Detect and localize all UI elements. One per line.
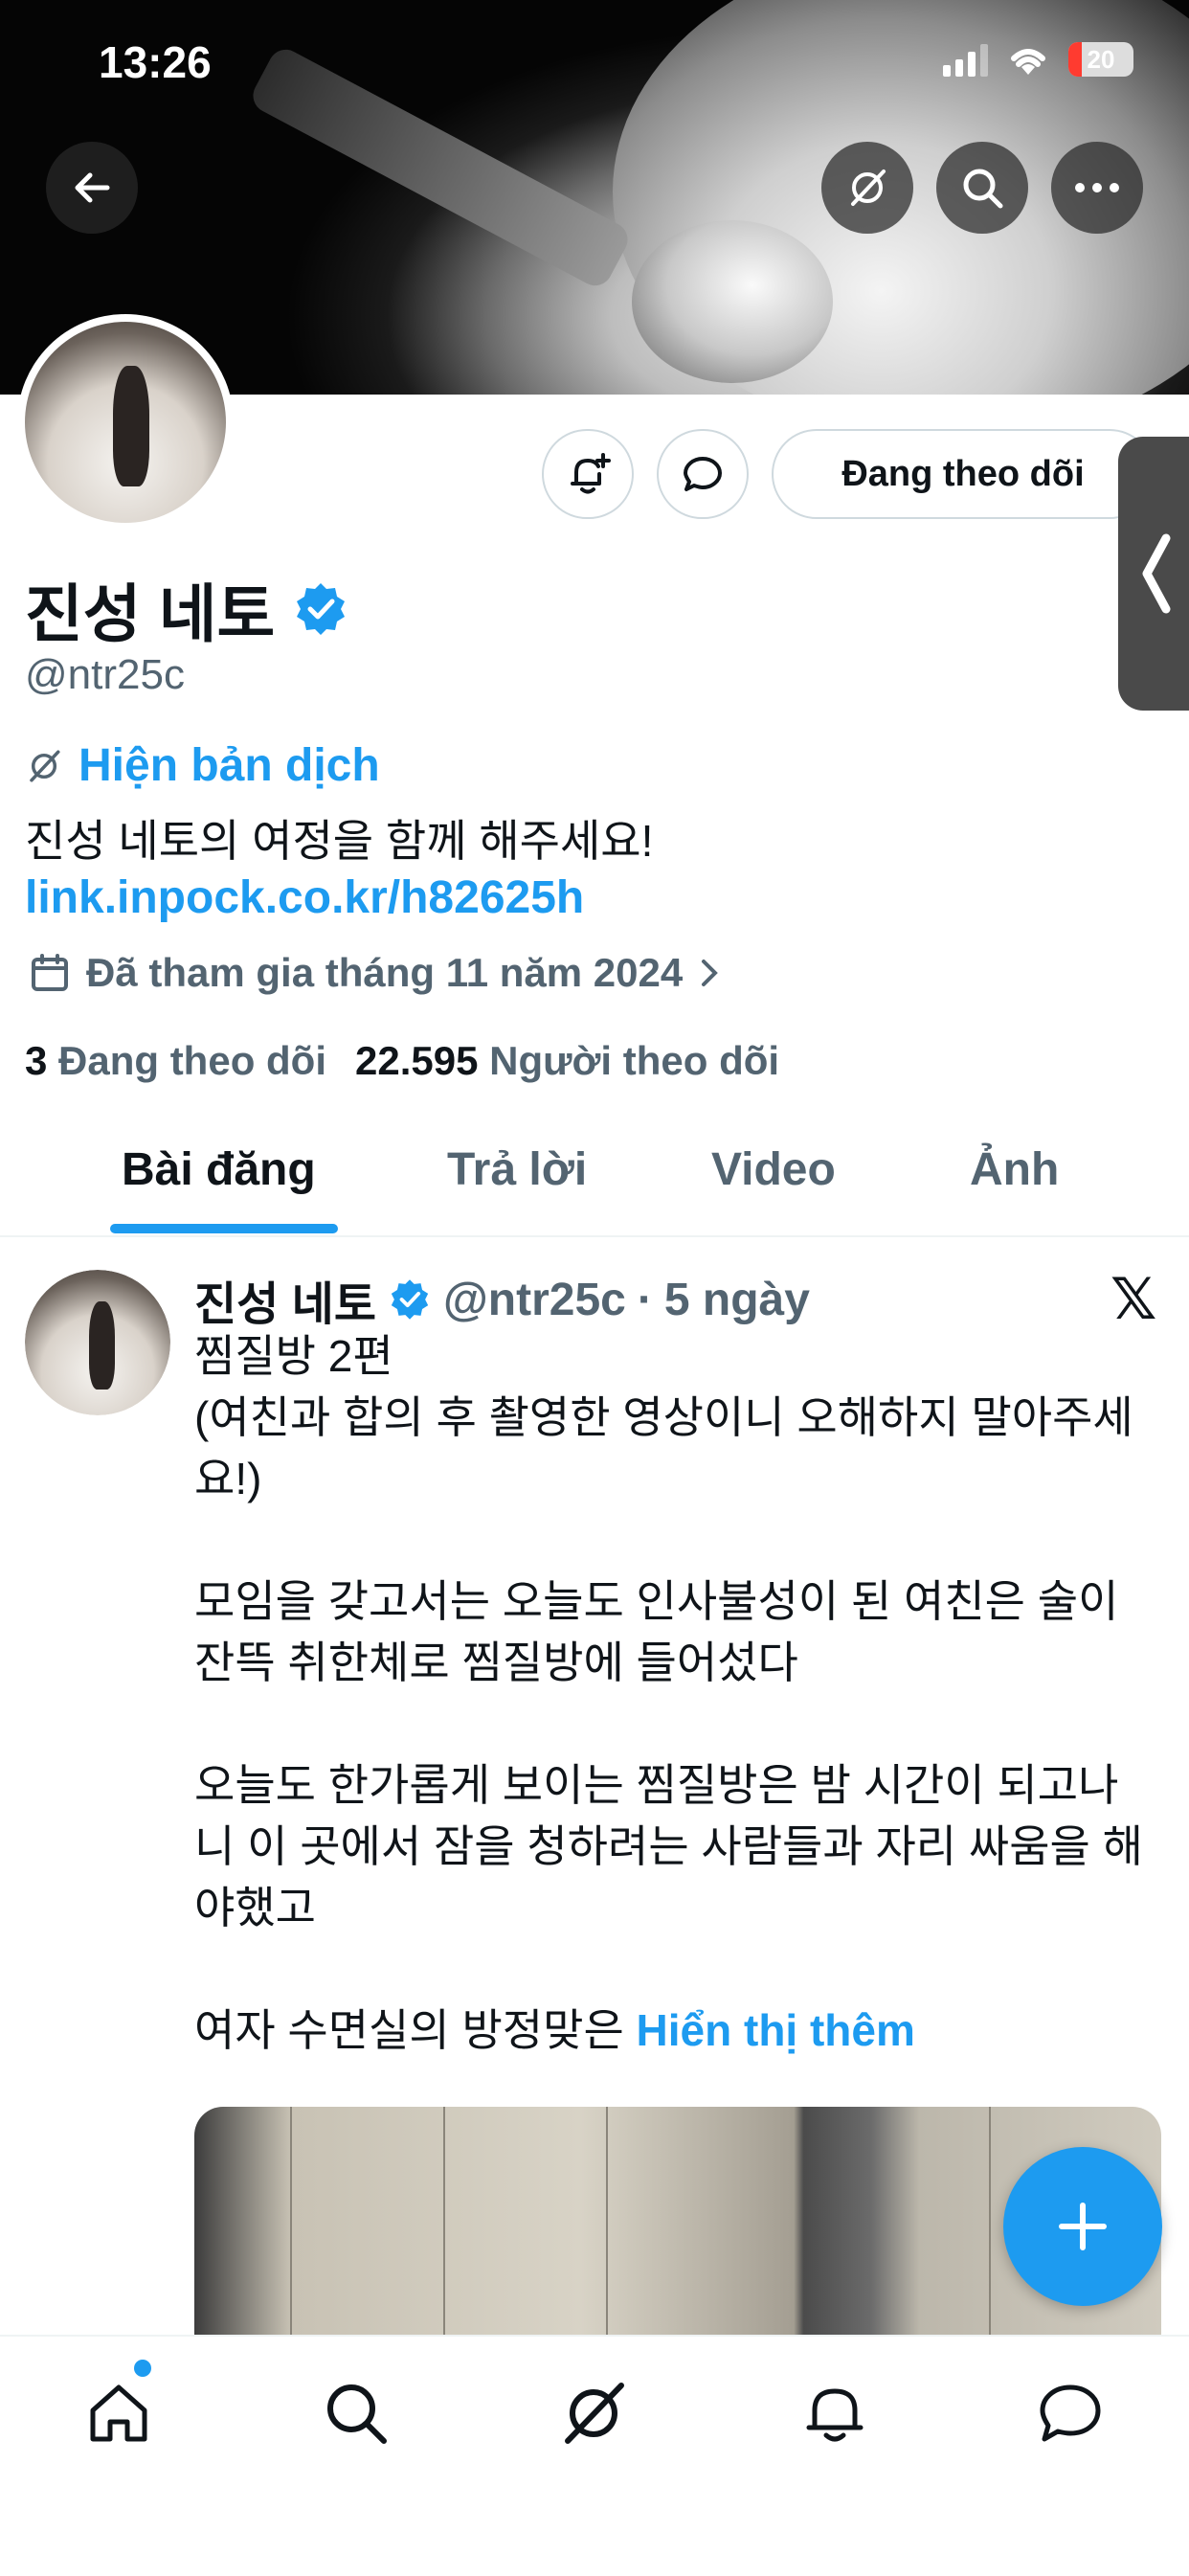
profile-link[interactable]: link.inpock.co.kr/h82625h [25, 871, 584, 924]
tab-replies[interactable]: Trả lời [447, 1143, 587, 1196]
back-arrow-icon [75, 172, 110, 203]
display-name-text: 진성 네토 [25, 578, 276, 649]
profile-handle: @ntr25c [25, 651, 185, 698]
tab-posts[interactable]: Bài đăng [122, 1143, 316, 1196]
post-timestamp[interactable]: 5 ngày [664, 1274, 810, 1326]
banner-image-object [247, 43, 634, 292]
battery-indicator: 20 [1068, 42, 1133, 77]
grok-button[interactable] [821, 142, 913, 234]
grok-icon [565, 2383, 624, 2444]
avatar-image [25, 322, 226, 523]
translate-label: Hiện bản dịch [79, 740, 380, 791]
search-button[interactable] [936, 142, 1028, 234]
search-icon [963, 169, 1003, 209]
verified-badge-icon[interactable] [292, 580, 349, 638]
post-author-avatar[interactable] [25, 1270, 170, 1415]
bell-icon [806, 2388, 864, 2442]
more-button[interactable] [1051, 142, 1143, 234]
message-icon [684, 457, 722, 491]
home-notification-dot [134, 2360, 151, 2377]
following-stat[interactable]: 3 Đang theo dõi [25, 1038, 326, 1084]
tab-photos[interactable]: Ảnh [970, 1143, 1059, 1196]
grok-icon [851, 169, 886, 206]
nav-grok[interactable] [555, 2375, 632, 2452]
profile-tabs: Bài đăng Trả lời Video Ảnh [0, 1122, 1189, 1237]
post-text[interactable]: 찜질방 2편 (여친과 합의 후 촬영한 영상이니 오해하지 말아주세 요!) … [194, 1325, 1161, 2061]
bottom-navigation [0, 2335, 1189, 2576]
show-more-link[interactable]: Hiển thị thêm [637, 2005, 915, 2055]
post-avatar-image [25, 1270, 170, 1415]
display-name: 진성 네토 [25, 563, 349, 655]
active-tab-indicator [110, 1224, 338, 1233]
tab-video[interactable]: Video [711, 1143, 836, 1196]
status-icons: 20 [943, 42, 1133, 77]
grok-icon [30, 749, 60, 782]
followers-label: Người theo dõi [489, 1038, 780, 1083]
message-icon [1040, 2384, 1101, 2442]
profile-bio: 진성 네토의 여정을 함께 해주세요! [25, 816, 654, 866]
following-label: Đang theo dõi [58, 1038, 327, 1083]
back-button[interactable] [46, 142, 138, 234]
bell-plus-icon [571, 453, 611, 494]
follow-stats: 3 Đang theo dõi 22.595 Người theo dõi [25, 1038, 779, 1084]
nav-search[interactable] [318, 2375, 394, 2452]
followers-count: 22.595 [355, 1038, 479, 1083]
x-logo-icon: 𝕏 [1110, 1267, 1157, 1331]
nav-messages[interactable] [1032, 2375, 1109, 2452]
following-count: 3 [25, 1038, 48, 1083]
search-icon [327, 2384, 387, 2444]
joined-text: Đã tham gia tháng 11 năm 2024 [86, 950, 684, 995]
wifi-icon [1011, 49, 1045, 75]
chevron-left-icon [1142, 533, 1171, 614]
post-meta-separator: · [637, 1274, 653, 1325]
chevron-right-icon [702, 960, 719, 986]
message-button[interactable] [657, 429, 749, 519]
battery-fill [1068, 42, 1082, 77]
post-author-name[interactable]: 진성 네토 [194, 1266, 376, 1333]
status-time: 13:26 [99, 37, 212, 87]
followers-stat[interactable]: 22.595 Người theo dõi [355, 1038, 779, 1084]
calendar-icon [32, 954, 68, 991]
nav-home[interactable] [80, 2375, 157, 2452]
battery-level: 20 [1087, 44, 1115, 74]
translate-bio-link[interactable]: Hiện bản dịch [25, 739, 380, 792]
side-panel-handle[interactable] [1118, 437, 1189, 711]
home-icon [90, 2384, 147, 2442]
post-header: 진성 네토 @ntr25c · 5 ngày [194, 1266, 810, 1333]
compose-button[interactable] [1003, 2147, 1162, 2306]
profile-avatar[interactable] [17, 314, 234, 531]
nav-notifications[interactable] [796, 2375, 873, 2452]
signal-icon [943, 42, 988, 77]
verified-badge-icon [391, 1279, 429, 1320]
post-author-handle[interactable]: @ntr25c [443, 1274, 626, 1326]
joined-date[interactable]: Đã tham gia tháng 11 năm 2024 [29, 950, 721, 996]
banner-image-detail [632, 220, 833, 383]
plus-icon [1059, 2203, 1107, 2250]
following-button[interactable]: Đang theo dõi [772, 429, 1155, 519]
post-body: 찜질방 2편 (여친과 합의 후 촬영한 영상이니 오해하지 말아주세 요!) … [194, 1331, 1143, 2055]
notify-button[interactable] [542, 429, 634, 519]
more-icon [1075, 183, 1119, 192]
